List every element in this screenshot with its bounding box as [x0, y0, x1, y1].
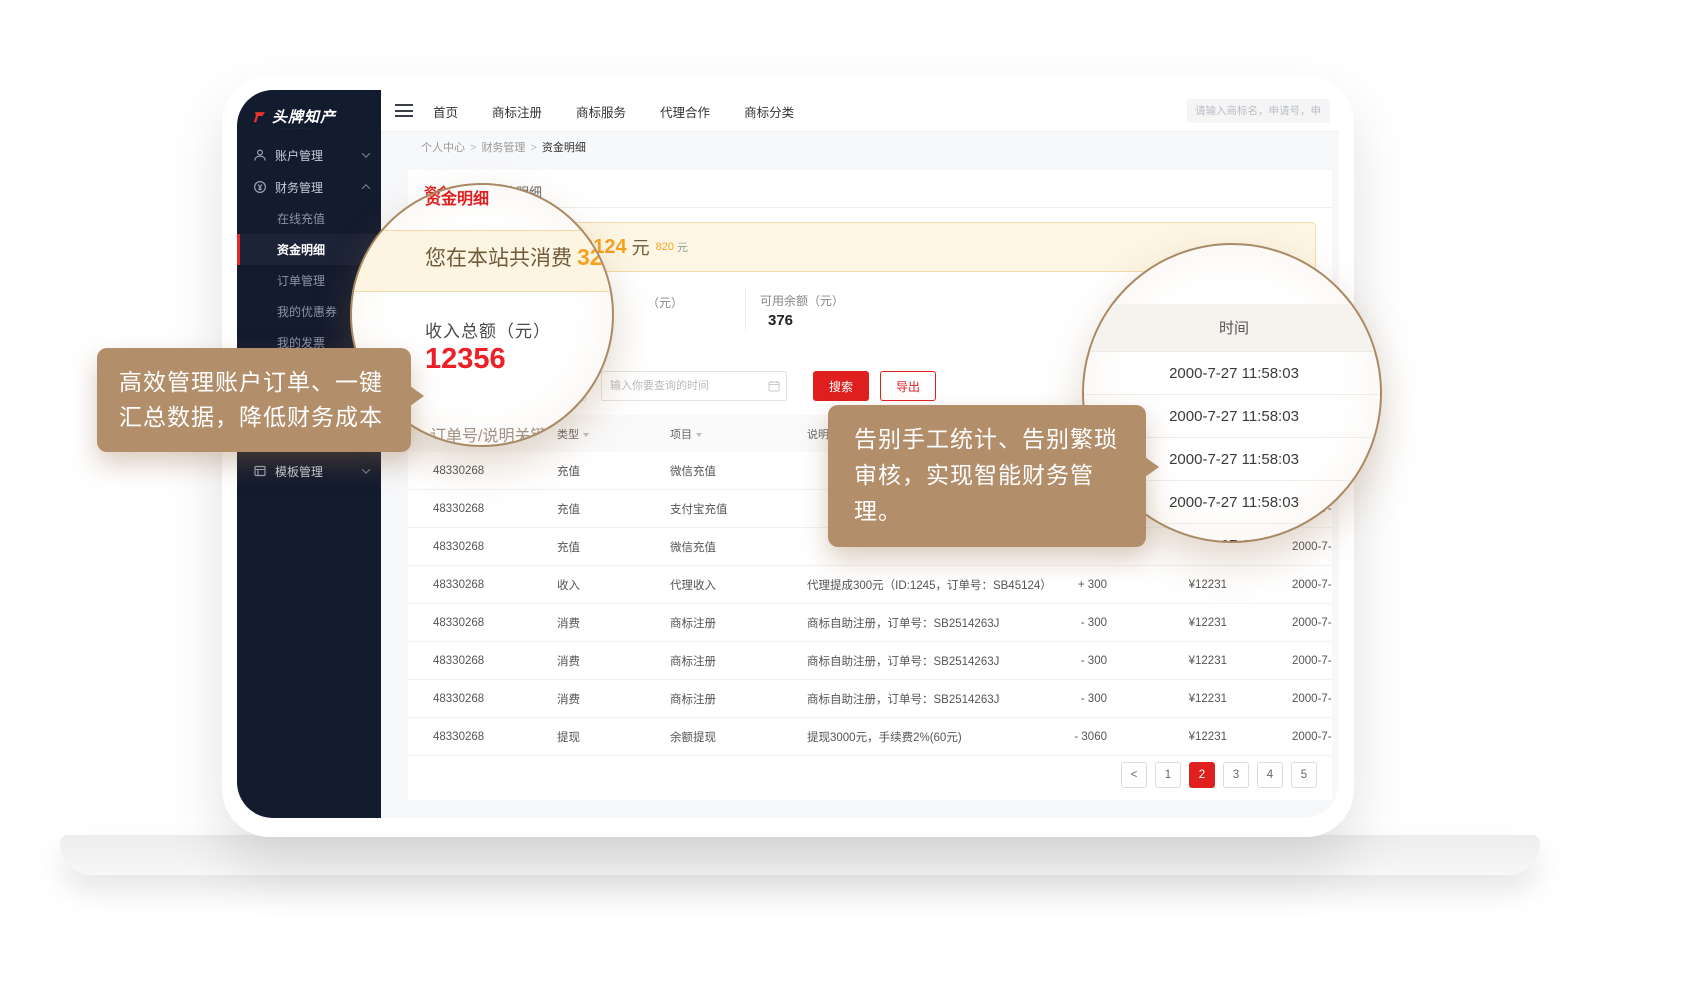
banner-amount-small: 820: [656, 241, 674, 253]
nav-trademark-class[interactable]: 商标分类: [744, 102, 794, 121]
callout-left: 高效管理账户订单、一键汇总数据，降低财务成本: [97, 348, 411, 452]
banner-unit-small: 元: [677, 239, 688, 255]
banner-unit: 元: [632, 234, 650, 260]
breadcrumb-bar: 个人中心>财务管理>资金明细: [381, 132, 1339, 160]
balance-label: 可用余额（元）: [760, 292, 844, 309]
sidebar-item-label: 财务管理: [275, 179, 363, 196]
chevron-down-icon: [362, 465, 370, 473]
brand[interactable]: 头牌知产: [253, 106, 336, 127]
brand-logo-icon: [253, 110, 267, 124]
global-search-input[interactable]: [1187, 99, 1330, 123]
nav-home[interactable]: 首页: [433, 102, 458, 121]
callout-arrow-icon: [1145, 457, 1159, 477]
magnified-keyword-placeholder: 订单号/说明关键字: [430, 422, 562, 446]
search-button[interactable]: 搜索: [813, 371, 869, 401]
pagination: < 1 2 3 4 5: [408, 762, 1317, 788]
page-button-1[interactable]: 1: [1155, 762, 1181, 788]
export-button[interactable]: 导出: [880, 371, 936, 401]
magnified-income-label: 收入总额（元）: [425, 317, 551, 342]
nav-trademark-register[interactable]: 商标注册: [492, 102, 542, 121]
col-item-sort[interactable]: 项目: [670, 426, 807, 442]
page-button-3[interactable]: 3: [1223, 762, 1249, 788]
table-row: 48330268消费商标注册商标自助注册，订单号：SB2514263J- 300…: [408, 642, 1332, 680]
nav-trademark-services[interactable]: 商标服务: [576, 102, 626, 121]
page-button-4[interactable]: 4: [1257, 762, 1283, 788]
user-icon: [253, 148, 267, 162]
table-row: 48330268消费商标注册商标自助注册，订单号：SB2514263J- 300…: [408, 604, 1332, 642]
page-prev-button[interactable]: <: [1121, 762, 1147, 788]
brand-subtext: ·········: [281, 126, 314, 132]
magnified-tab: 资金明细: [425, 185, 489, 209]
stat-divider: [745, 288, 746, 330]
nav-agency[interactable]: 代理合作: [660, 102, 710, 121]
col-type-sort[interactable]: 类型: [557, 426, 670, 442]
page-button-5[interactable]: 5: [1291, 762, 1317, 788]
sidebar-item-finance[interactable]: 财务管理: [237, 172, 381, 202]
magnified-time-cell: 2000-7-27 11:58:03: [1084, 352, 1382, 395]
breadcrumb: 个人中心>财务管理>资金明细: [421, 139, 586, 155]
magnified-income-value: 12356: [425, 343, 506, 376]
callout-arrow-icon: [410, 386, 424, 406]
table-row: 48330268提现余额提现提现3000元，手续费2%(60元)- 3060¥1…: [408, 718, 1332, 756]
page-button-2-active[interactable]: 2: [1189, 762, 1215, 788]
sort-caret-icon: [696, 433, 702, 437]
sidebar-item-template[interactable]: 模板管理: [237, 456, 381, 486]
magnified-banner-text: 您在本站共消费 32124 元: [425, 242, 614, 272]
sidebar: 头牌知产 ········· 账户管理 财务管理 在线充值 资金明细 订单管理 …: [237, 90, 381, 818]
sidebar-item-account[interactable]: 账户管理: [237, 140, 381, 170]
calendar-icon[interactable]: [768, 380, 780, 392]
finance-icon: [253, 180, 267, 194]
table-row: 48330268收入代理收入代理提成300元（ID:1245，订单号：SB451…: [408, 566, 1332, 604]
template-icon: [253, 464, 267, 478]
main-nav: 首页 商标注册 商标服务 代理合作 商标分类: [433, 90, 794, 132]
callout-right: 告别手工统计、告别繁琐审核，实现智能财务管理。: [828, 405, 1146, 547]
expense-label-partial: （元）: [647, 294, 683, 311]
sidebar-item-label: 模板管理: [275, 463, 363, 480]
laptop-base: [60, 835, 1540, 875]
chevron-down-icon: [362, 149, 370, 157]
menu-icon[interactable]: [395, 104, 413, 117]
sidebar-item-label: 账户管理: [275, 147, 363, 164]
balance-value: 376: [768, 312, 793, 329]
magnified-time-header: 时间: [1084, 304, 1382, 352]
date-input[interactable]: [601, 371, 787, 401]
page: 头牌知产 ········· 账户管理 财务管理 在线充值 资金明细 订单管理 …: [0, 0, 1696, 1002]
table-row: 48330268消费商标注册商标自助注册，订单号：SB2514263J- 300…: [408, 680, 1332, 718]
brand-name: 头牌知产: [272, 106, 336, 127]
top-navbar: 首页 商标注册 商标服务 代理合作 商标分类: [381, 90, 1339, 132]
sort-caret-icon: [583, 433, 589, 437]
chevron-up-icon: [362, 184, 370, 192]
